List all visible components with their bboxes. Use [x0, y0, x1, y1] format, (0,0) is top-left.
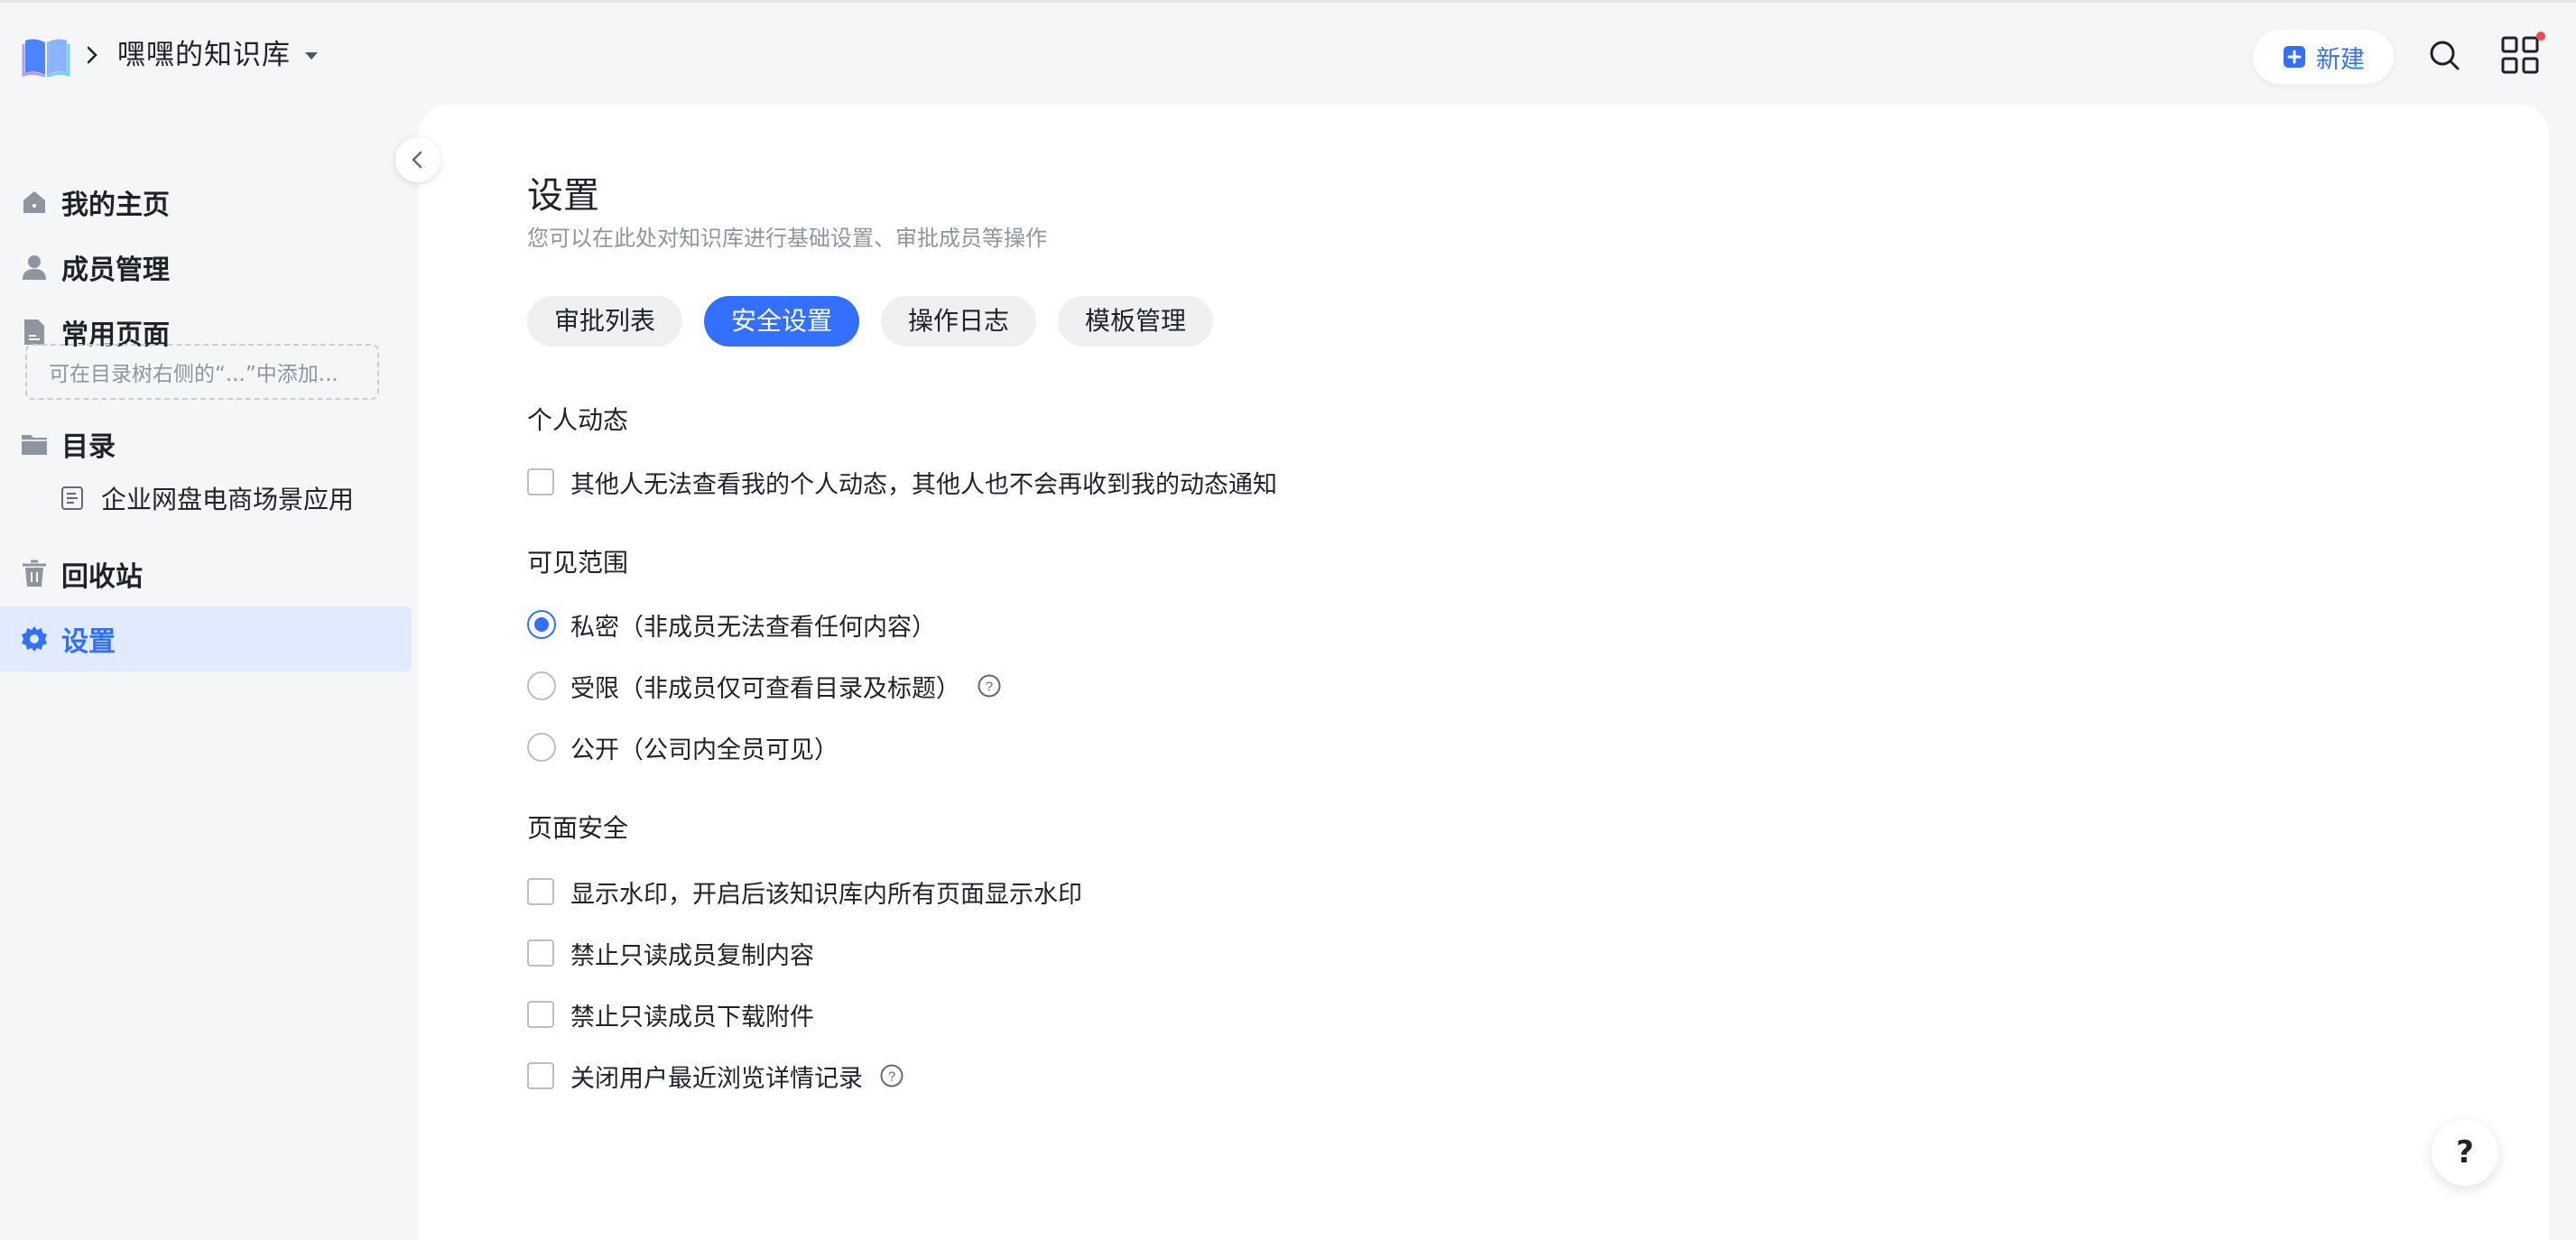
option-label: 禁止只读成员复制内容	[570, 941, 814, 970]
checkbox[interactable]	[527, 939, 554, 967]
tab-approval-list[interactable]: 审批列表	[527, 296, 683, 347]
tab-operation-log[interactable]: 操作日志	[881, 296, 1037, 347]
home-icon	[23, 191, 45, 213]
sidebar-item-settings[interactable]: 设置	[0, 606, 412, 671]
option-label: 禁止只读成员下载附件	[570, 1003, 814, 1032]
tree-item-label: 企业网盘电商场景应用	[101, 485, 355, 514]
tab-security-settings[interactable]: 安全设置	[704, 296, 860, 347]
new-button-label: 新建	[2316, 45, 2365, 74]
knowledge-base-logo-icon[interactable]	[22, 35, 70, 77]
folder-icon	[22, 435, 47, 455]
sidebar-item-trash[interactable]: 回收站	[0, 541, 412, 606]
checkbox[interactable]	[527, 468, 554, 495]
person-icon	[23, 255, 46, 280]
settings-tabs: 审批列表 安全设置 操作日志 模板管理	[527, 296, 1214, 347]
radio-public[interactable]: 公开（公司内全员可见）	[527, 729, 839, 765]
sidebar-item-directory[interactable]: 目录	[0, 412, 307, 477]
option-label: 关闭用户最近浏览详情记录	[570, 1064, 863, 1093]
help-circle-icon[interactable]: ?	[879, 1063, 904, 1088]
option-label: 私密（非成员无法查看任何内容）	[570, 613, 936, 642]
top-bar: 嘿嘿的知识库 新建	[0, 0, 2576, 105]
knowledge-base-title[interactable]: 嘿嘿的知识库	[117, 35, 291, 75]
option-disable-copy[interactable]: 禁止只读成员复制内容	[527, 935, 814, 971]
trash-icon	[23, 560, 46, 587]
chevron-left-icon	[412, 151, 422, 169]
option-hide-personal-activity[interactable]: 其他人无法查看我的个人动态，其他人也不会再收到我的动态通知	[527, 464, 1277, 500]
document-icon	[24, 319, 44, 345]
apps-grid-button[interactable]	[2500, 32, 2545, 75]
sidebar-item-label: 目录	[61, 431, 116, 463]
caret-down-icon[interactable]	[303, 50, 320, 62]
sidebar: 我的主页 成员管理 常用页面 可在目录树右侧的“...”中添加... 目录 企业…	[0, 105, 415, 1240]
sidebar-item-members[interactable]: 成员管理	[0, 235, 412, 300]
svg-text:?: ?	[986, 680, 993, 695]
sidebar-item-label: 成员管理	[61, 254, 170, 286]
section-title-page-security: 页面安全	[527, 813, 629, 843]
gear-icon	[22, 626, 47, 652]
notification-dot	[2536, 32, 2545, 41]
svg-text:?: ?	[888, 1069, 895, 1085]
section-title-visibility: 可见范围	[527, 548, 629, 578]
tree-item-document[interactable]: 企业网盘电商场景应用	[60, 473, 354, 523]
sidebar-item-home[interactable]: 我的主页	[0, 170, 412, 235]
option-disable-browse-history[interactable]: 关闭用户最近浏览详情记录 ?	[527, 1058, 904, 1094]
sidebar-item-label: 我的主页	[61, 190, 170, 221]
tab-template-management[interactable]: 模板管理	[1058, 296, 1214, 347]
radio-button[interactable]	[527, 610, 556, 639]
radio-restricted[interactable]: 受限（非成员仅可查看目录及标题） ?	[527, 668, 1002, 704]
new-doc-icon	[2284, 46, 2305, 68]
checkbox[interactable]	[527, 878, 554, 905]
option-label: 受限（非成员仅可查看目录及标题）	[570, 674, 960, 703]
option-disable-download[interactable]: 禁止只读成员下载附件	[527, 996, 814, 1032]
section-title-personal: 个人动态	[527, 405, 629, 435]
help-circle-icon[interactable]: ?	[977, 673, 1002, 699]
page-title: 设置	[527, 175, 599, 217]
collapse-sidebar-button[interactable]	[395, 137, 440, 182]
radio-button[interactable]	[527, 671, 556, 700]
checkbox[interactable]	[527, 1062, 554, 1089]
checkbox[interactable]	[527, 1001, 554, 1028]
sidebar-item-label: 回收站	[61, 561, 143, 593]
new-button[interactable]: 新建	[2253, 30, 2394, 84]
settings-panel: 设置 您可以在此处对知识库进行基础设置、审批成员等操作 审批列表 安全设置 操作…	[419, 105, 2549, 1240]
option-label: 显示水印，开启后该知识库内所有页面显示水印	[570, 880, 1082, 909]
help-button[interactable]: ?	[2432, 1119, 2498, 1186]
radio-private[interactable]: 私密（非成员无法查看任何内容）	[527, 606, 936, 643]
option-label: 公开（公司内全员可见）	[570, 736, 839, 764]
doc-outline-icon	[61, 486, 83, 510]
sidebar-item-label: 设置	[61, 626, 116, 658]
option-watermark[interactable]: 显示水印，开启后该知识库内所有页面显示水印	[527, 874, 1082, 910]
frequent-pages-hint: 可在目录树右侧的“...”中添加...	[25, 344, 379, 400]
chevron-right-icon	[87, 46, 97, 64]
option-label: 其他人无法查看我的个人动态，其他人也不会再收到我的动态通知	[570, 470, 1277, 499]
search-icon[interactable]	[2426, 37, 2462, 73]
page-subtitle: 您可以在此处对知识库进行基础设置、审批成员等操作	[527, 226, 1047, 251]
grid-icon	[2501, 36, 2539, 74]
radio-button[interactable]	[527, 733, 556, 762]
